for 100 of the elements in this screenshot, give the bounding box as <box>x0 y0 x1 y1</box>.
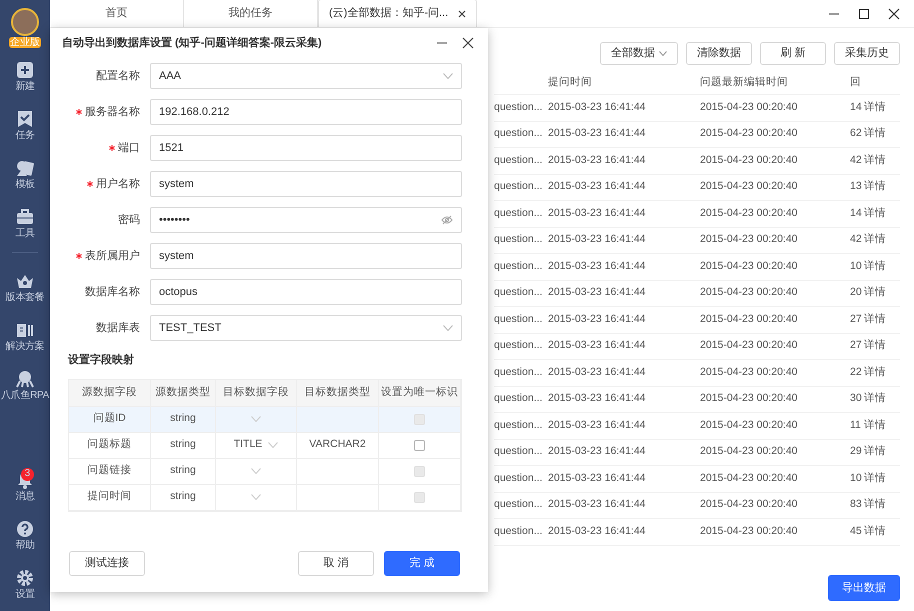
field-label: 端口 <box>118 142 140 154</box>
field-label: 数据库表 <box>96 322 140 334</box>
input-field[interactable]: 192.168.0.212 <box>150 99 462 125</box>
table-cell-text: question... <box>494 338 544 354</box>
table-cell-text: 问题标题 <box>88 437 132 452</box>
table-cell-text: question... <box>494 206 544 221</box>
avatar[interactable] <box>11 8 39 36</box>
sidebar-item[interactable]: 设置 <box>13 564 37 601</box>
details-link[interactable]: 详情 <box>864 418 900 434</box>
details-link[interactable]: 详情 <box>864 100 900 116</box>
maximize-icon[interactable] <box>858 8 870 20</box>
details-link[interactable]: 详情 <box>864 152 900 169</box>
close-icon[interactable] <box>888 8 900 20</box>
table-cell-text: 问题链接 <box>88 463 132 478</box>
dialog-button[interactable]: 测试连接 <box>69 550 145 576</box>
details-link[interactable]: 详情 <box>864 364 900 381</box>
details-link[interactable]: 详情 <box>864 232 900 248</box>
table-cell-text: 2015-04-23 00:20:40 <box>700 206 798 221</box>
checkbox[interactable] <box>414 440 425 450</box>
table-cell-text: 2015-04-23 00:20:40 <box>700 100 798 115</box>
mapping-row[interactable]: 问题标题 string TITLE VARCHAR2 <box>69 432 461 458</box>
details-link[interactable]: 详情 <box>864 258 900 275</box>
table-cell-text: 2015-04-23 00:20:40 <box>700 338 798 354</box>
input-field[interactable]: system <box>150 171 462 197</box>
mapping-row[interactable]: 问题ID string <box>69 406 461 432</box>
tab[interactable]: (云)全部数据：知乎-问... <box>318 0 478 27</box>
sidebar-item[interactable]: 新建 <box>13 56 37 93</box>
details-link[interactable]: 详情 <box>864 524 900 540</box>
table-cell-text: 2015-04-23 00:20:40 <box>700 152 798 168</box>
confirm-button[interactable]: 完 成 <box>384 550 460 576</box>
table-cell-text: 2015-03-23 16:41:44 <box>548 126 646 142</box>
details-link[interactable]: 详情 <box>864 312 900 328</box>
sidebar-item[interactable]: 模板 <box>13 154 37 191</box>
export-button[interactable]: 导出数据 <box>828 575 900 601</box>
toolbar-button[interactable]: 清除数据 <box>686 42 752 65</box>
document-bars-icon <box>16 321 34 339</box>
table-cell-text: 2015-04-23 00:20:40 <box>700 470 798 486</box>
table-cell-text: question... <box>494 391 544 406</box>
table-cell-text: 2015-04-23 00:20:40 <box>700 364 798 380</box>
table-cell-text: 2015-04-23 00:20:40 <box>700 418 798 433</box>
filter-dropdown[interactable]: 全部数据 <box>600 42 678 65</box>
input-field[interactable]: •••••••• <box>150 207 462 233</box>
sidebar-item[interactable]: 工具 <box>13 203 37 240</box>
table-cell-text: 2015-04-23 00:20:40 <box>700 391 798 406</box>
field-label: 服务器名称 <box>85 106 140 118</box>
details-link[interactable]: 详情 <box>864 391 900 408</box>
mapping-row[interactable]: 提问时间 string <box>69 484 461 510</box>
table-cell-text: 22 <box>850 364 863 380</box>
settings-icon <box>16 569 34 587</box>
table-cell-text: question... <box>494 126 544 142</box>
mapping-row[interactable]: 问题链接 string <box>69 458 461 484</box>
field-label: 配置名称 <box>96 70 140 82</box>
dialog-button[interactable]: 取 消 <box>298 550 374 576</box>
input-field[interactable]: octopus <box>150 279 462 305</box>
dialog-title: 自动导出到数据库设置 (知乎-问题详细答案-限云采集) <box>62 35 323 51</box>
details-link[interactable]: 详情 <box>864 444 900 460</box>
table-cell-text: 83 <box>850 497 863 512</box>
details-link[interactable]: 详情 <box>864 126 900 142</box>
table-cell-text: VARCHAR2 <box>309 437 366 452</box>
details-link[interactable]: 详情 <box>864 338 900 354</box>
chevron-down-icon[interactable] <box>251 468 261 474</box>
sidebar-item[interactable]: 解决方案 <box>4 316 46 353</box>
table-cell-text: 27 <box>850 338 863 354</box>
table-cell-text: TITLE <box>234 437 262 452</box>
toolbar-button[interactable]: 刷 新 <box>760 42 826 65</box>
select-field[interactable]: TEST_TEST <box>150 315 462 341</box>
details-link[interactable]: 详情 <box>864 179 900 196</box>
table-cell-text: 29 <box>850 444 863 460</box>
table-cell-text: 13 <box>850 179 863 194</box>
chevron-down-icon[interactable] <box>268 442 278 448</box>
sidebar-item[interactable]: 任务 <box>13 105 37 142</box>
sidebar-item[interactable]: 消息 3 <box>13 466 37 503</box>
table-cell-text: 2015-03-23 16:41:44 <box>548 206 646 221</box>
table-cell-text: 2015-04-23 00:20:40 <box>700 179 798 194</box>
chevron-down-icon[interactable] <box>251 416 261 422</box>
input-field[interactable]: system <box>150 243 462 269</box>
input-field[interactable]: 1521 <box>150 135 462 161</box>
table-cell-text: 2015-03-23 16:41:44 <box>548 285 646 300</box>
close-icon[interactable] <box>458 10 466 18</box>
table-cell-text: 10 <box>850 470 863 486</box>
table-cell-text: 2015-03-23 16:41:44 <box>548 364 646 380</box>
details-link[interactable]: 详情 <box>864 285 900 302</box>
eye-slash-icon[interactable] <box>441 215 453 225</box>
table-cell-text: question... <box>494 470 544 486</box>
table-cell-text: 42 <box>850 232 863 248</box>
tab[interactable]: 首页 <box>50 0 184 27</box>
toolbar-button[interactable]: 采集历史 <box>834 42 900 65</box>
chevron-down-icon[interactable] <box>251 494 261 500</box>
bookmark-check-icon <box>16 110 34 128</box>
details-link[interactable]: 详情 <box>864 470 900 487</box>
sidebar-item[interactable]: 帮助 <box>13 515 37 552</box>
sidebar-item[interactable]: 八爪鱼RPA <box>0 365 52 402</box>
select-field[interactable]: AAA <box>150 63 462 89</box>
details-link[interactable]: 详情 <box>864 206 900 222</box>
sidebar-item[interactable]: 版本套餐 <box>4 267 46 304</box>
table-cell-text: 2015-04-23 00:20:40 <box>700 524 798 539</box>
table-cell-text: 2015-03-23 16:41:44 <box>548 152 646 168</box>
details-link[interactable]: 详情 <box>864 497 900 514</box>
column-header: 问题最新编辑时间 <box>700 74 789 90</box>
close-icon[interactable] <box>462 37 474 49</box>
